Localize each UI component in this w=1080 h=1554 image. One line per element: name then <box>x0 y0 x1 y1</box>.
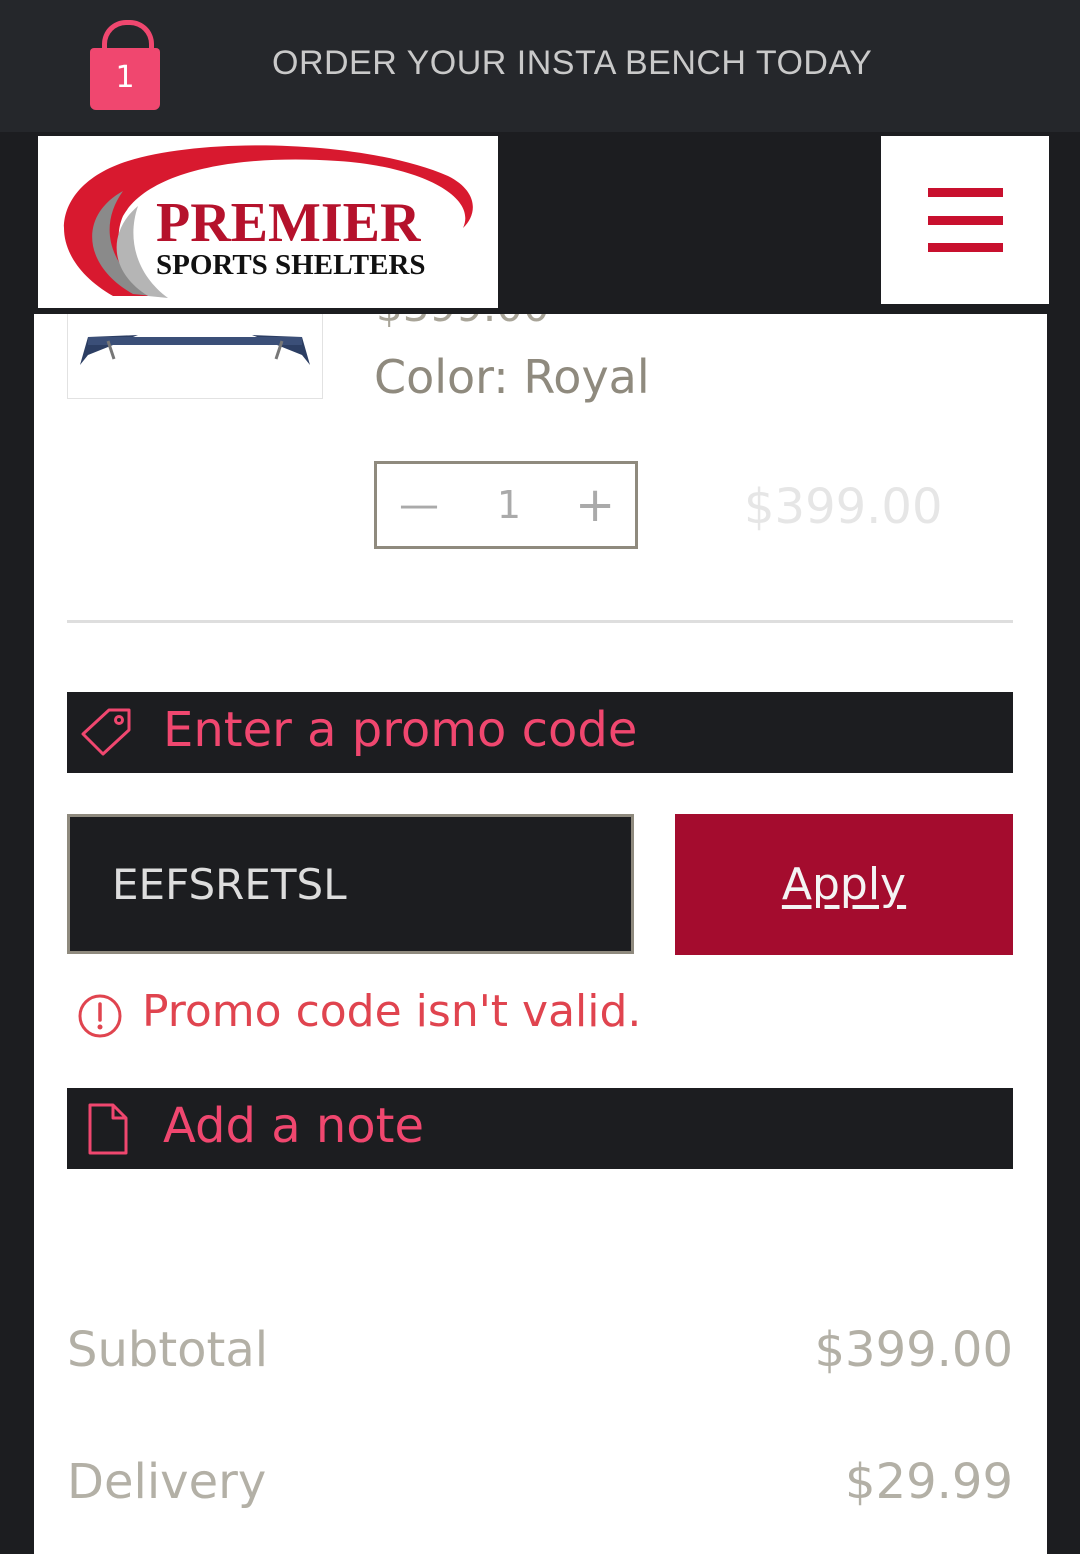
add-note-label: Add a note <box>163 1098 424 1154</box>
divider <box>67 620 1013 623</box>
tag-icon <box>81 708 131 756</box>
promo-error-message: Promo code isn't valid. <box>142 986 642 1037</box>
site-logo[interactable]: PREMIER SPORTS SHELTERS <box>38 136 498 308</box>
product-image <box>80 335 310 365</box>
premier-logo-graphic: PREMIER SPORTS SHELTERS <box>64 145 473 298</box>
increase-quantity-button[interactable]: + <box>575 478 615 534</box>
promo-code-input[interactable] <box>67 814 634 954</box>
original-price: $399.00 <box>376 314 550 331</box>
delivery-label: Delivery <box>67 1454 267 1510</box>
subtotal-label: Subtotal <box>67 1322 269 1378</box>
promo-code-toggle-label: Enter a promo code <box>163 702 638 758</box>
logo-title: PREMIER <box>156 192 421 254</box>
quantity-value[interactable]: 1 <box>477 478 541 534</box>
hamburger-menu-icon-bar <box>928 243 1003 252</box>
cart-button[interactable]: 1 <box>90 18 162 112</box>
cart-panel: $399.00 Color: Royal — 1 + $399.00 Enter… <box>34 314 1047 1554</box>
hamburger-menu-icon <box>928 188 1003 197</box>
hamburger-menu-icon-bar <box>928 216 1003 225</box>
promo-code-toggle[interactable]: Enter a promo code <box>67 692 1013 773</box>
cart-count-badge: 1 <box>115 60 135 95</box>
decrease-quantity-button[interactable]: — <box>399 478 439 534</box>
product-color: Color: Royal <box>374 350 650 404</box>
alert-circle-icon <box>78 994 122 1038</box>
document-icon <box>88 1103 128 1155</box>
subtotal-value: $399.00 <box>814 1322 1014 1378</box>
add-note-toggle[interactable]: Add a note <box>67 1088 1013 1169</box>
product-thumbnail[interactable] <box>67 314 323 399</box>
quantity-stepper: — 1 + <box>374 461 638 549</box>
logo-subtitle: SPORTS SHELTERS <box>156 249 426 281</box>
line-item-price: $399.00 <box>744 479 943 535</box>
apply-promo-button[interactable]: Apply <box>675 814 1013 955</box>
hamburger-menu-button[interactable] <box>881 136 1049 304</box>
delivery-value: $29.99 <box>845 1454 1013 1510</box>
announcement-text: ORDER YOUR INSTA BENCH TODAY <box>272 44 873 82</box>
announcement-bar: 1 ORDER YOUR INSTA BENCH TODAY <box>0 0 1080 132</box>
